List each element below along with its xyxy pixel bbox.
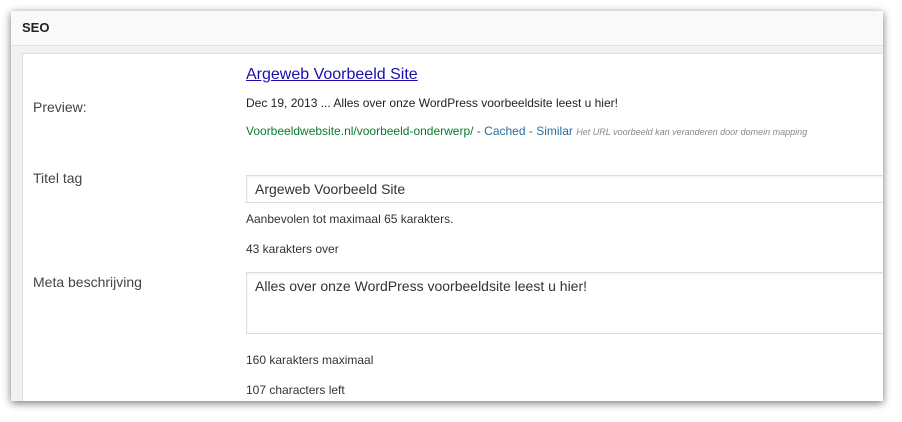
title-tag-input[interactable]: [246, 175, 883, 203]
meta-description-label: Meta beschrijving: [33, 274, 142, 290]
preview-description: Dec 19, 2013 ... Alles over onze WordPre…: [246, 96, 618, 110]
seo-panel: Preview: Argeweb Voorbeeld Site Dec 19, …: [22, 53, 883, 401]
meta-description-hint-remaining: 107 characters left: [246, 383, 345, 397]
url-note: Het URL voorbeeld kan veranderen door do…: [576, 127, 808, 137]
title-tag-hint-remaining: 43 karakters over: [246, 242, 339, 256]
title-tag-label: Titel tag: [33, 170, 83, 186]
seo-metabox: SEO Preview: Argeweb Voorbeeld Site Dec …: [11, 11, 883, 401]
separator: -: [525, 124, 537, 138]
separator: -: [473, 124, 485, 138]
meta-description-hint-max: 160 karakters maximaal: [246, 353, 374, 367]
preview-url-line: Voorbeeldwebsite.nl/voorbeeld-onderwerp/…: [246, 124, 807, 138]
preview-title-link[interactable]: Argeweb Voorbeeld Site: [246, 66, 418, 84]
similar-link[interactable]: Similar: [536, 124, 573, 138]
title-tag-hint-max: Aanbevolen tot maximaal 65 karakters.: [246, 212, 454, 226]
cached-link[interactable]: Cached: [484, 124, 525, 138]
meta-description-textarea[interactable]: Alles over onze WordPress voorbeeldsite …: [246, 272, 883, 334]
preview-label: Preview:: [33, 99, 87, 115]
metabox-title: SEO: [11, 11, 883, 46]
preview-url: Voorbeeldwebsite.nl/voorbeeld-onderwerp/: [246, 124, 474, 138]
